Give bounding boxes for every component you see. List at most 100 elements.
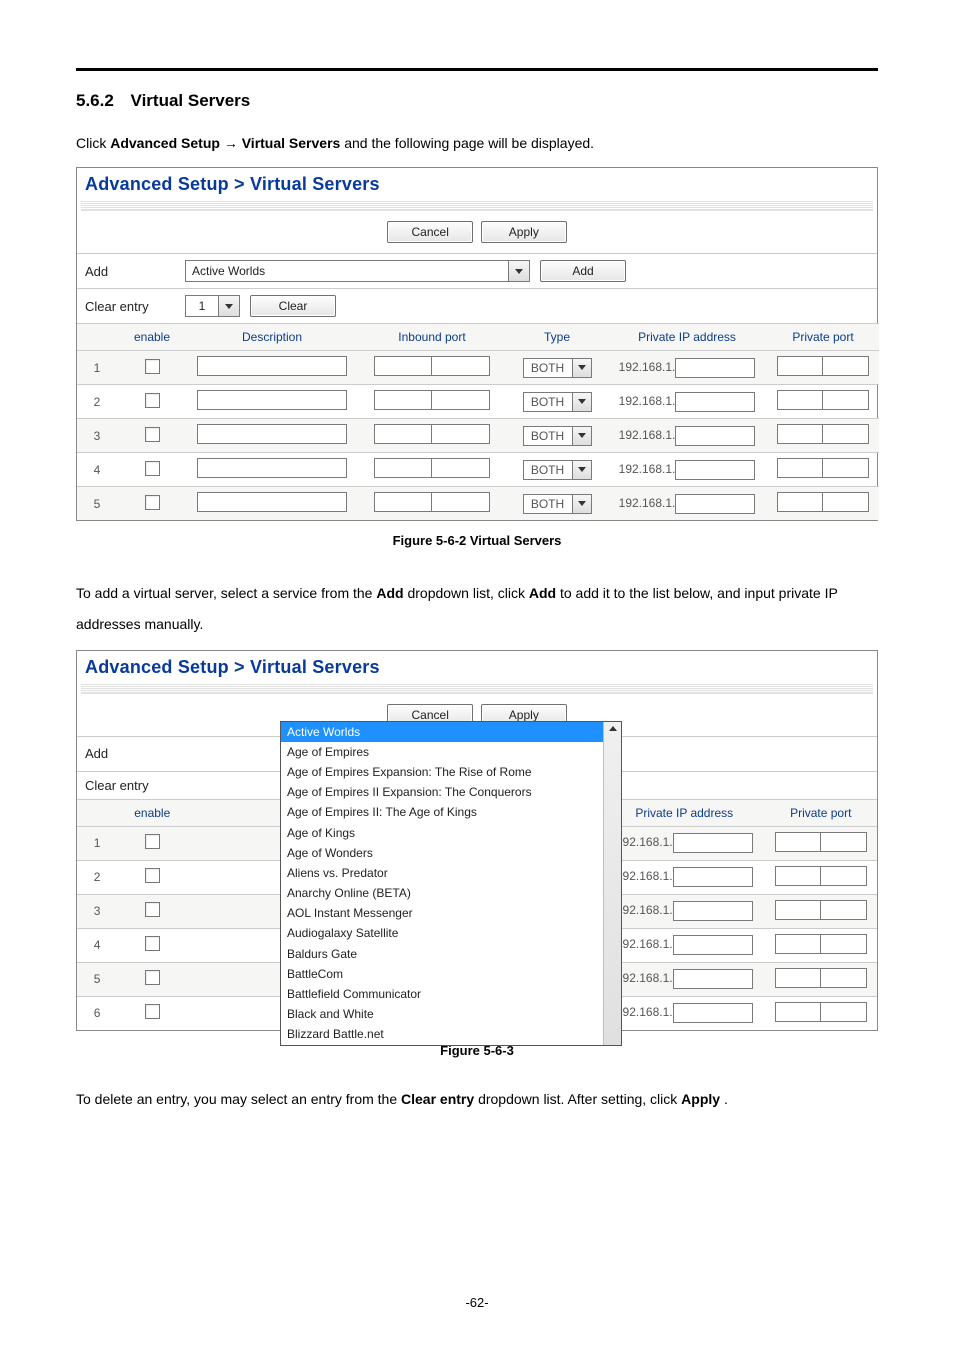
inbound-port-input[interactable] bbox=[374, 390, 490, 410]
page-number: -62- bbox=[0, 1295, 954, 1310]
private-ip-input[interactable] bbox=[673, 833, 753, 853]
ip-prefix: 192.168.1. bbox=[616, 869, 673, 883]
private-ip-input[interactable] bbox=[673, 935, 753, 955]
inbound-port-input[interactable] bbox=[374, 424, 490, 444]
scrollbar[interactable] bbox=[603, 722, 621, 1045]
private-ip-input[interactable] bbox=[675, 392, 755, 412]
private-port-input[interactable] bbox=[775, 900, 867, 920]
add-row: Add Active Worlds Add bbox=[77, 253, 877, 288]
type-select[interactable]: BOTH bbox=[523, 460, 592, 480]
clear-button[interactable]: Clear bbox=[250, 295, 336, 317]
dropdown-option[interactable]: Age of Wonders bbox=[281, 843, 621, 863]
dropdown-option[interactable]: Age of Empires II: The Age of Kings bbox=[281, 802, 621, 822]
description-input[interactable] bbox=[197, 390, 347, 410]
dropdown-option[interactable]: Age of Empires bbox=[281, 742, 621, 762]
private-ip-input[interactable] bbox=[673, 969, 753, 989]
dropdown-option[interactable]: AOL Instant Messenger bbox=[281, 903, 621, 923]
panel-divider bbox=[81, 201, 873, 211]
enable-checkbox[interactable] bbox=[145, 902, 160, 917]
section-heading: 5.6.2 Virtual Servers bbox=[76, 91, 878, 111]
dropdown-option[interactable]: Age of Empires II Expansion: The Conquer… bbox=[281, 782, 621, 802]
private-ip-input[interactable] bbox=[673, 867, 753, 887]
ip-prefix: 192.168.1. bbox=[616, 937, 673, 951]
dropdown-option[interactable]: Battlefield Communicator bbox=[281, 984, 621, 1004]
dropdown-option[interactable]: BattleCom bbox=[281, 964, 621, 984]
private-port-input[interactable] bbox=[777, 458, 869, 478]
figure-caption-1: Figure 5-6-2 Virtual Servers bbox=[76, 533, 878, 548]
enable-checkbox[interactable] bbox=[145, 495, 160, 510]
private-port-input[interactable] bbox=[775, 1002, 867, 1022]
private-port-input[interactable] bbox=[775, 832, 867, 852]
private-port-input[interactable] bbox=[777, 356, 869, 376]
text: To delete an entry, you may select an en… bbox=[76, 1091, 401, 1107]
inbound-port-input[interactable] bbox=[374, 356, 490, 376]
type-select[interactable]: BOTH bbox=[523, 426, 592, 446]
row-index: 4 bbox=[77, 928, 117, 962]
dropdown-option[interactable]: Black and White bbox=[281, 1004, 621, 1024]
inbound-port-input[interactable] bbox=[374, 492, 490, 512]
dropdown-option[interactable]: Aliens vs. Predator bbox=[281, 863, 621, 883]
private-ip-input[interactable] bbox=[675, 426, 755, 446]
row-index: 3 bbox=[77, 894, 117, 928]
enable-checkbox[interactable] bbox=[145, 427, 160, 442]
enable-checkbox[interactable] bbox=[145, 461, 160, 476]
add-service-select[interactable]: Active Worlds bbox=[185, 260, 530, 282]
description-input[interactable] bbox=[197, 492, 347, 512]
add-service-dropdown-open[interactable]: Active WorldsAge of EmpiresAge of Empire… bbox=[280, 721, 622, 1046]
add-label: Add bbox=[85, 746, 185, 761]
row-index: 2 bbox=[77, 860, 117, 894]
col-private-port: Private port bbox=[765, 799, 877, 826]
dropdown-option[interactable]: Anarchy Online (BETA) bbox=[281, 883, 621, 903]
text: . bbox=[724, 1091, 728, 1107]
enable-checkbox[interactable] bbox=[145, 393, 160, 408]
dropdown-option[interactable]: Blizzard Battle.net bbox=[281, 1024, 621, 1044]
add-button[interactable]: Add bbox=[540, 260, 626, 282]
private-ip-input[interactable] bbox=[673, 901, 753, 921]
panel-title: Advanced Setup > Virtual Servers bbox=[77, 168, 877, 199]
row-index: 1 bbox=[77, 826, 117, 860]
dropdown-option[interactable]: Age of Kings bbox=[281, 823, 621, 843]
dropdown-option[interactable]: Age of Empires Expansion: The Rise of Ro… bbox=[281, 762, 621, 782]
paragraph-add: To add a virtual server, select a servic… bbox=[76, 578, 878, 640]
table-row: 3BOTH192.168.1. bbox=[77, 419, 879, 453]
panel-divider bbox=[81, 684, 873, 694]
enable-checkbox[interactable] bbox=[145, 868, 160, 883]
dropdown-option[interactable]: Baldurs Gate bbox=[281, 944, 621, 964]
private-port-input[interactable] bbox=[777, 424, 869, 444]
private-port-input[interactable] bbox=[777, 492, 869, 512]
private-port-input[interactable] bbox=[775, 968, 867, 988]
enable-checkbox[interactable] bbox=[145, 936, 160, 951]
private-port-input[interactable] bbox=[775, 934, 867, 954]
cancel-button[interactable]: Cancel bbox=[387, 221, 473, 243]
private-port-input[interactable] bbox=[777, 390, 869, 410]
apply-button[interactable]: Apply bbox=[481, 221, 567, 243]
chevron-down-icon bbox=[508, 260, 530, 282]
intro-bold-virtual: Virtual Servers bbox=[242, 135, 341, 151]
private-port-input[interactable] bbox=[775, 866, 867, 886]
description-input[interactable] bbox=[197, 356, 347, 376]
private-ip-input[interactable] bbox=[675, 358, 755, 378]
description-input[interactable] bbox=[197, 424, 347, 444]
private-ip-input[interactable] bbox=[673, 1003, 753, 1023]
chevron-down-icon bbox=[218, 295, 240, 317]
enable-checkbox[interactable] bbox=[145, 970, 160, 985]
screenshot-1: Advanced Setup > Virtual Servers Cancel … bbox=[76, 167, 878, 521]
type-select[interactable]: BOTH bbox=[523, 392, 592, 412]
type-select[interactable]: BOTH bbox=[523, 358, 592, 378]
dropdown-option[interactable]: Active Worlds bbox=[281, 722, 621, 742]
clear-entry-select[interactable]: 1 bbox=[185, 295, 240, 317]
row-index: 6 bbox=[77, 996, 117, 1030]
enable-checkbox[interactable] bbox=[145, 359, 160, 374]
enable-checkbox[interactable] bbox=[145, 834, 160, 849]
private-ip-input[interactable] bbox=[675, 494, 755, 514]
enable-checkbox[interactable] bbox=[145, 1004, 160, 1019]
private-ip-input[interactable] bbox=[675, 460, 755, 480]
ip-prefix: 192.168.1. bbox=[619, 462, 676, 476]
dropdown-option[interactable]: Audiogalaxy Satellite bbox=[281, 923, 621, 943]
col-private-ip: Private IP address bbox=[604, 799, 765, 826]
description-input[interactable] bbox=[197, 458, 347, 478]
inbound-port-input[interactable] bbox=[374, 458, 490, 478]
bold-apply: Apply bbox=[681, 1091, 720, 1107]
text: dropdown list, click bbox=[407, 585, 528, 601]
type-select[interactable]: BOTH bbox=[523, 494, 592, 514]
